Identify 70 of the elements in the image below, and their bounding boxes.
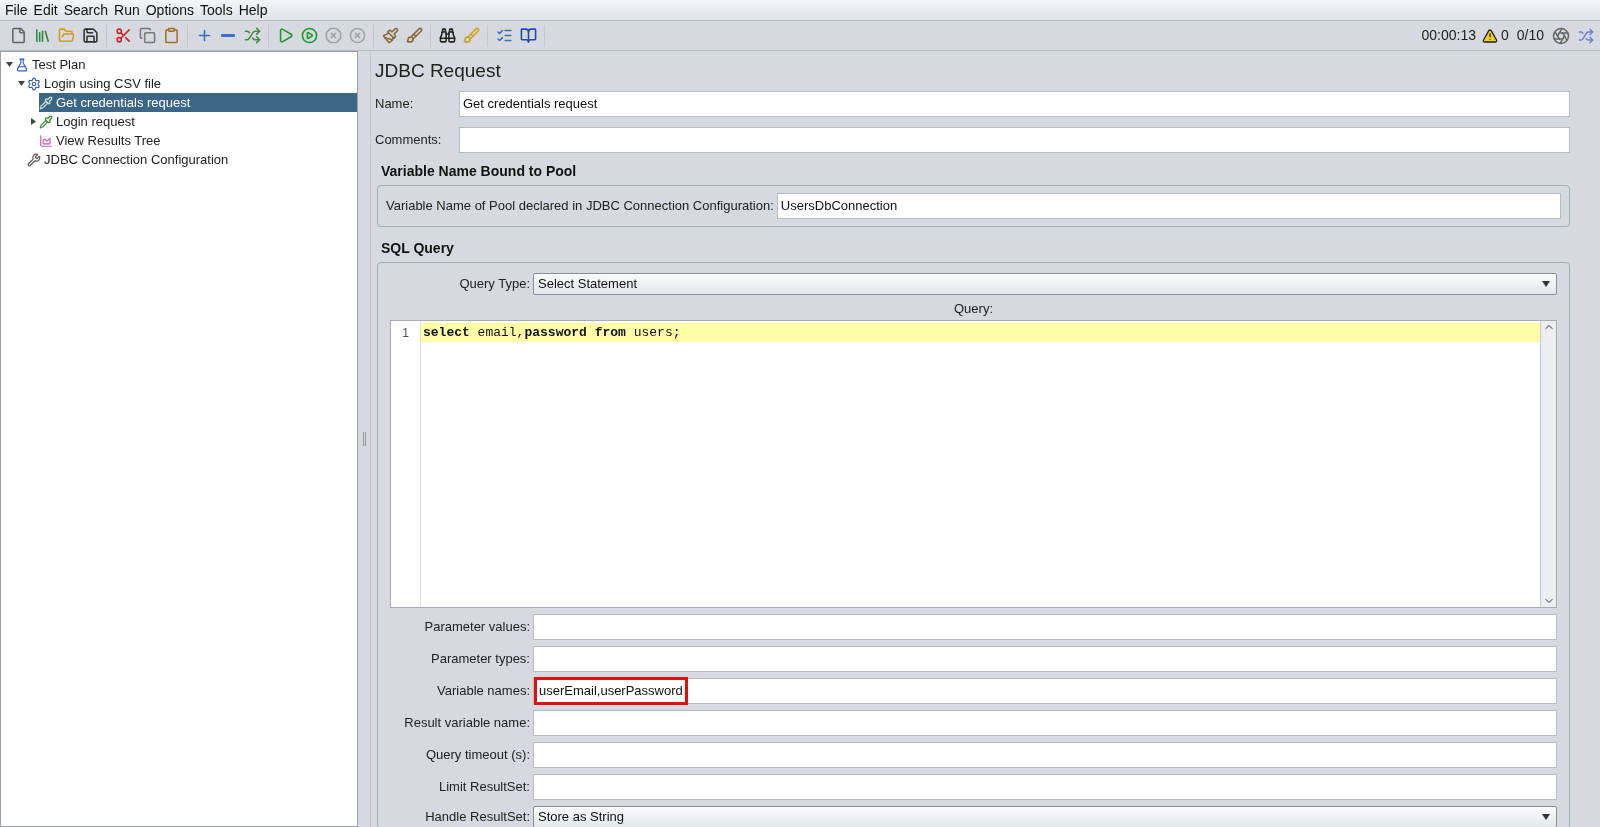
field-value: Get credentials request — [463, 94, 598, 113]
expanded-triangle-icon[interactable] — [17, 80, 25, 87]
menu-item[interactable]: Run — [111, 0, 143, 21]
parameter-label: Limit ResultSet: — [437, 778, 530, 797]
cut-icon — [114, 27, 132, 44]
handle-resultset-dropdown[interactable]: Store as String — [533, 806, 1557, 827]
parameter-label: Parameter types: — [430, 650, 530, 669]
pipette-icon — [39, 95, 53, 110]
menu-item[interactable]: Search — [60, 0, 112, 21]
parameter-field[interactable] — [533, 710, 1557, 736]
pool-label: Variable Name of Pool declared in JDBC Connection Configuration: — [386, 196, 774, 215]
parameter-label: Result variable name: — [403, 714, 530, 733]
pool-name-field[interactable]: UsersDbConnection — [776, 192, 1561, 219]
query-type-dropdown[interactable]: Select Statement — [533, 272, 1557, 295]
menu-item[interactable]: Edit — [30, 0, 61, 21]
dropdown-arrow-icon — [1542, 280, 1550, 287]
elapsed-time: 00:00:13 — [1421, 26, 1476, 45]
tree-item[interactable]: Get credentials request — [39, 93, 357, 112]
name-label: Name: — [375, 94, 415, 113]
copy-icon — [138, 27, 156, 44]
pipette-icon — [39, 114, 53, 129]
section-title: Variable Name Bound to Pool — [381, 161, 578, 181]
paste-icon — [162, 27, 180, 44]
minus-icon — [221, 34, 235, 37]
save-icon — [81, 27, 99, 44]
field-value: userEmail,userPassword — [537, 680, 685, 702]
parameter-field[interactable]: userEmail,userPassword — [533, 678, 1557, 704]
stop-icon — [324, 27, 342, 44]
parameter-label: Query timeout (s): — [424, 746, 530, 765]
collapsed-triangle-icon[interactable] — [29, 118, 37, 125]
new-icon — [9, 27, 27, 44]
wrench-icon — [27, 152, 41, 167]
dropdown-arrow-icon — [1542, 814, 1550, 820]
parameter-field[interactable] — [533, 614, 1557, 640]
menu-item[interactable]: Help — [235, 0, 271, 21]
handle-resultset-label: Handle ResultSet: — [424, 808, 530, 827]
field-value: UsersDbConnection — [780, 196, 898, 215]
comments-field[interactable] — [459, 126, 1570, 153]
parameter-label: Parameter values: — [423, 618, 530, 637]
expanded-triangle-icon[interactable] — [5, 61, 13, 68]
line-number: 1 — [401, 325, 410, 342]
menu-item[interactable]: File — [2, 0, 31, 21]
menu-item[interactable]: Tools — [197, 0, 236, 21]
gear-icon — [27, 76, 41, 91]
chart-icon — [39, 133, 53, 148]
comments-label: Comments: — [375, 130, 443, 149]
tree-item[interactable]: Login request — [39, 112, 143, 131]
query-type-label: Query Type: — [458, 274, 530, 293]
query-label: Query: — [954, 299, 993, 318]
parameter-label: Variable names: — [436, 682, 530, 701]
flask-icon — [15, 57, 29, 72]
section-title: SQL Query — [381, 238, 455, 258]
tree-item[interactable]: Login using CSV file — [27, 74, 170, 93]
menu-item[interactable]: Options — [142, 0, 197, 21]
vertical-scrollbar[interactable] — [1540, 321, 1556, 607]
search-icon — [438, 27, 456, 44]
warning-count: 0 — [1500, 26, 1509, 45]
code-editor[interactable]: 1 select email,password from users; — [390, 320, 1557, 608]
name-field[interactable]: Get credentials request — [459, 90, 1570, 117]
parameter-field[interactable] — [533, 742, 1557, 768]
parameter-field[interactable] — [533, 774, 1557, 800]
warning-icon — [1481, 27, 1498, 44]
tree-item[interactable]: Test Plan — [15, 55, 94, 74]
open-icon — [57, 27, 75, 44]
thread-count: 0/10 — [1516, 26, 1544, 45]
tree-item[interactable]: View Results Tree — [39, 131, 169, 150]
aperture-icon — [1552, 26, 1570, 45]
panel-title: JDBC Request — [375, 59, 502, 83]
tree-item[interactable]: JDBC Connection Configuration — [27, 150, 237, 169]
parameter-field[interactable] — [533, 646, 1557, 672]
